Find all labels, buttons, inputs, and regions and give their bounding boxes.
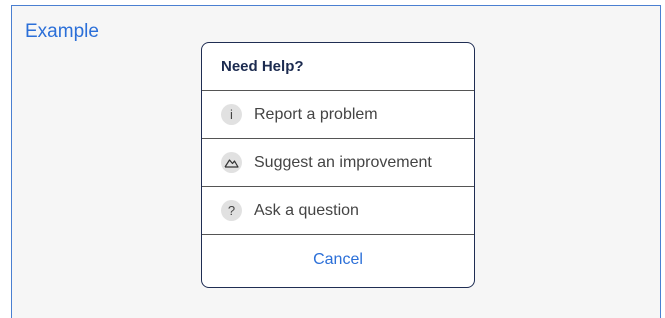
example-label: Example — [25, 21, 99, 42]
menu-item-label: Ask a question — [254, 201, 359, 219]
menu-item-report-problem[interactable]: i Report a problem — [202, 91, 474, 139]
menu-title: Need Help? — [202, 43, 474, 91]
need-help-menu: Need Help? i Report a problem Suggest an… — [201, 42, 475, 288]
menu-item-ask-question[interactable]: ? Ask a question — [202, 187, 474, 235]
example-frame: Example Need Help? i Report a problem Su… — [11, 5, 661, 318]
menu-item-label: Report a problem — [254, 105, 378, 123]
question-icon: ? — [221, 200, 242, 221]
menu-item-suggest-improvement[interactable]: Suggest an improvement — [202, 139, 474, 187]
cancel-button[interactable]: Cancel — [202, 235, 474, 285]
mountain-icon-graphic — [224, 159, 239, 168]
menu-item-label: Suggest an improvement — [254, 153, 432, 171]
info-icon: i — [221, 104, 242, 125]
mountain-icon — [221, 152, 242, 173]
